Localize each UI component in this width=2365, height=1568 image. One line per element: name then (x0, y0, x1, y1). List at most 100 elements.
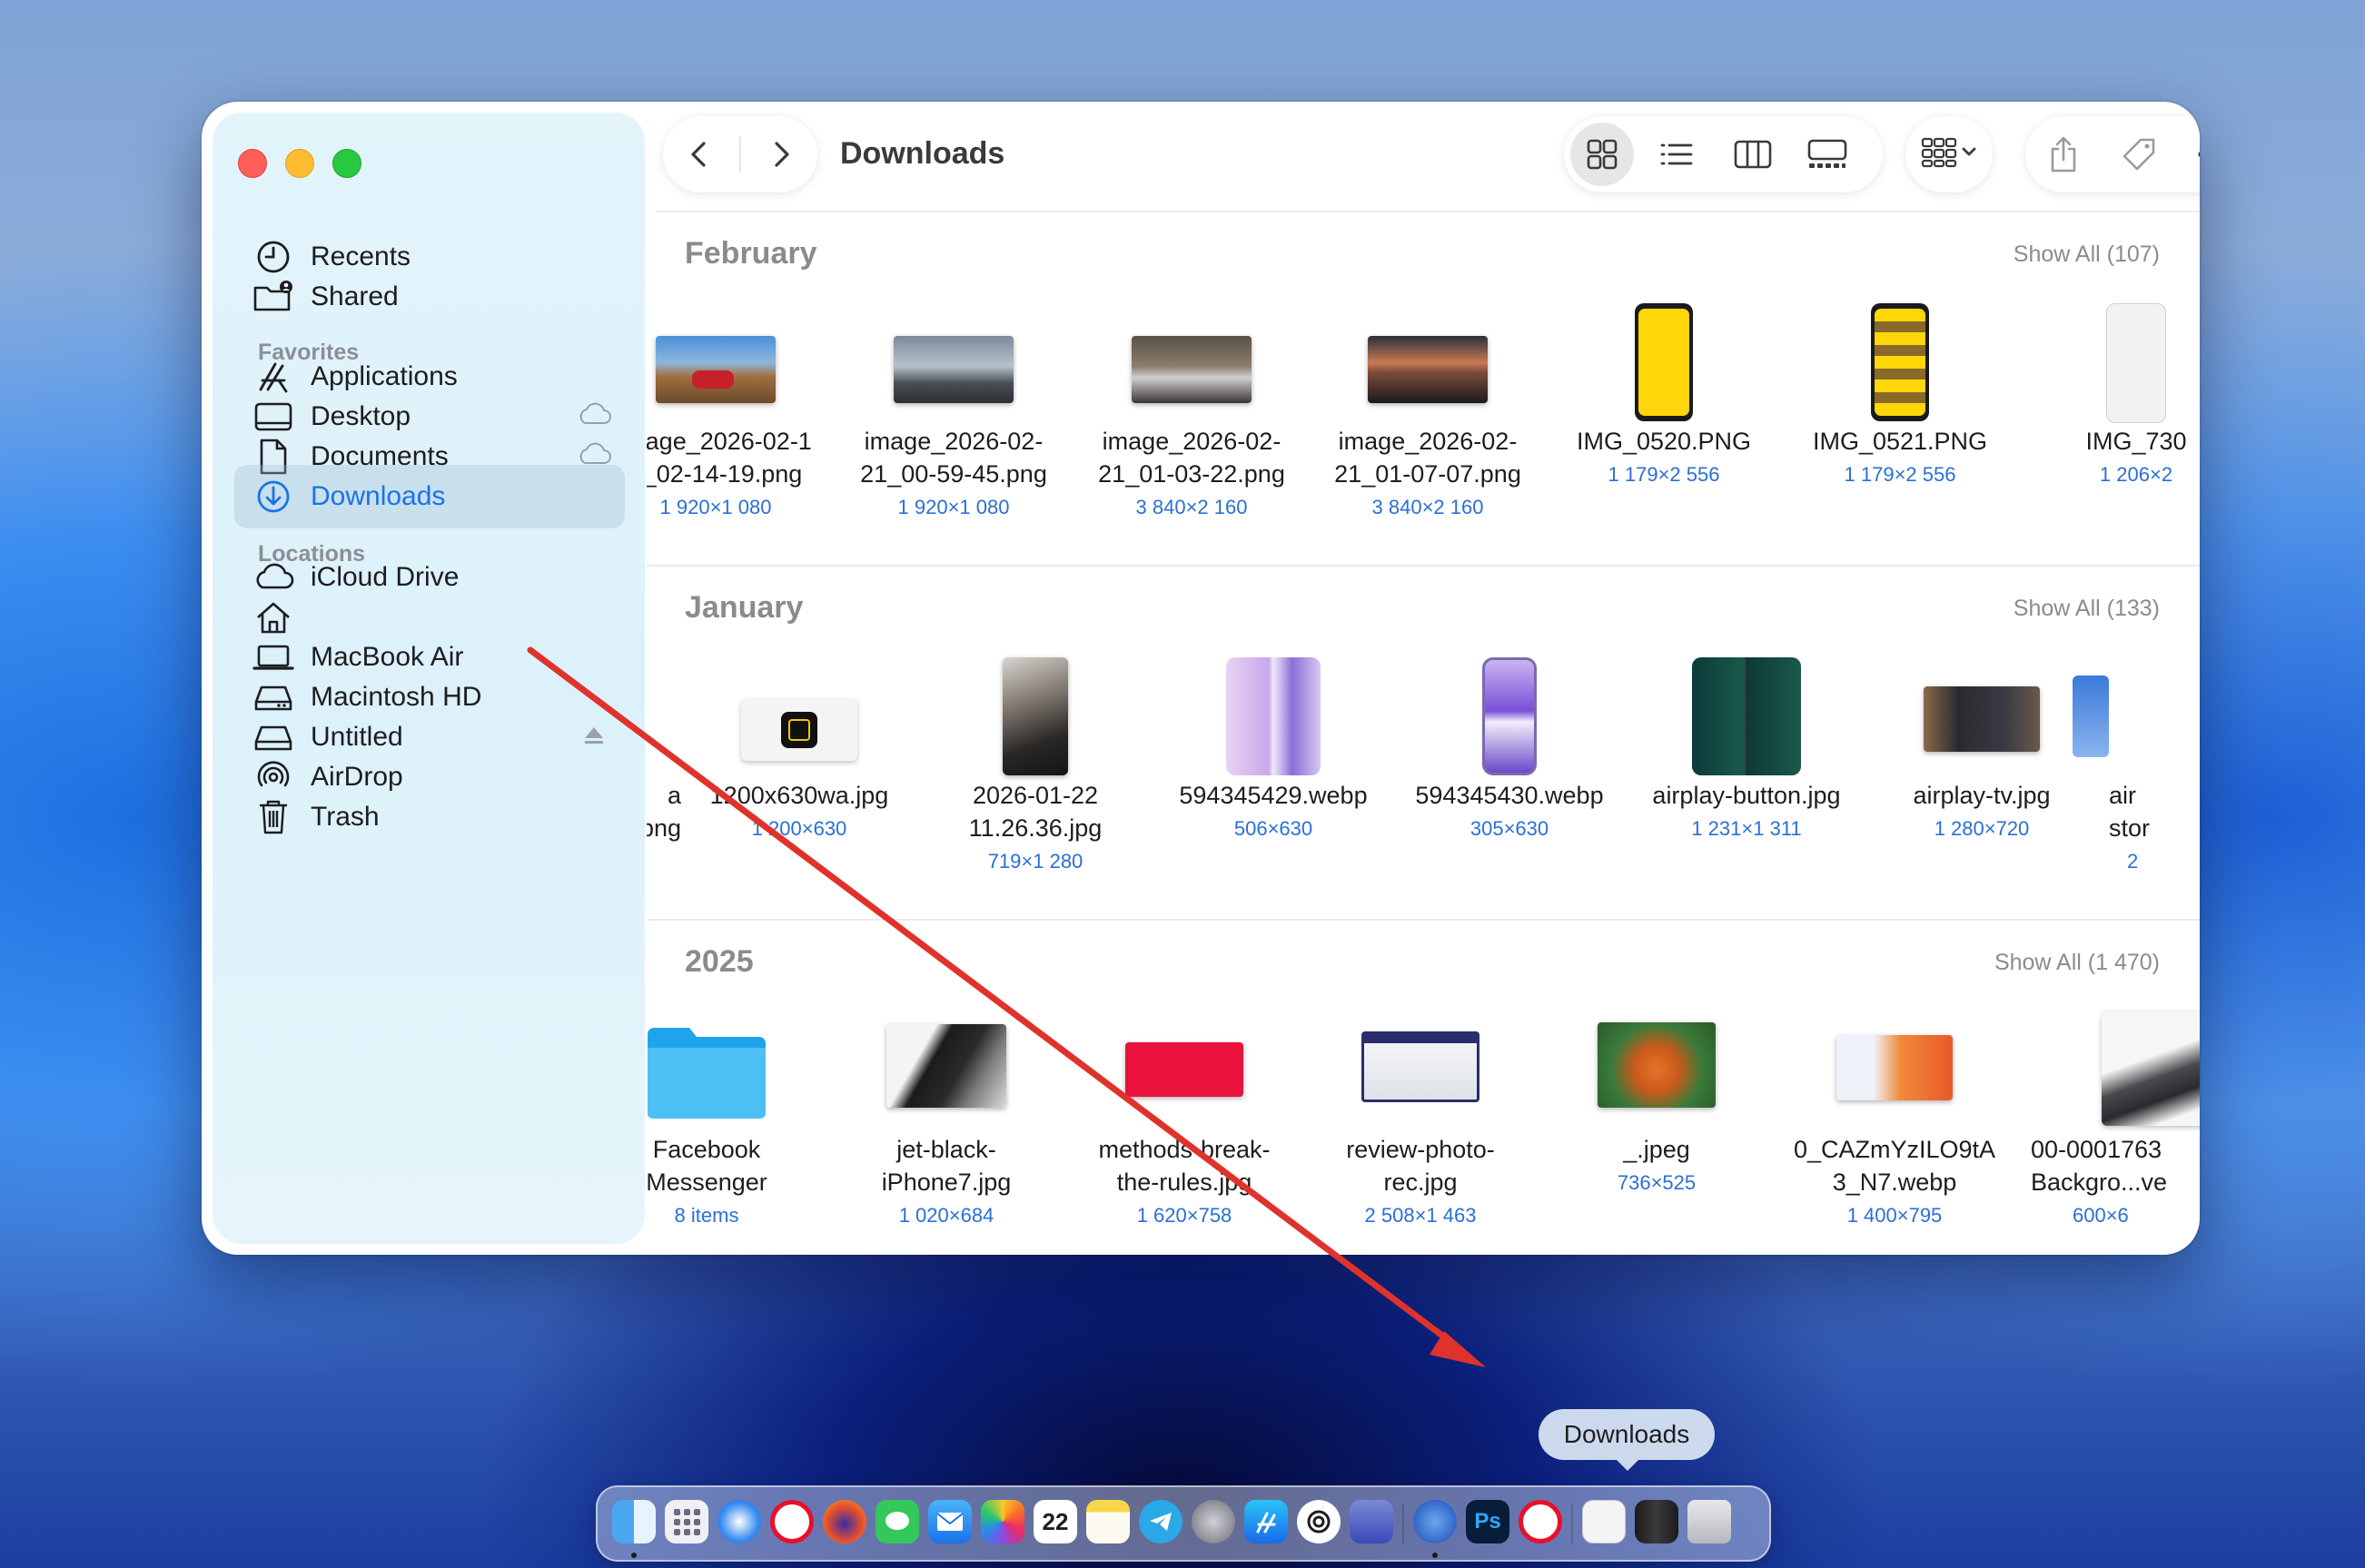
sidebar-item-label: Shared (311, 281, 399, 311)
file-name: air stor (2109, 782, 2151, 842)
photoshop-icon[interactable]: Ps (1466, 1500, 1509, 1543)
file-item[interactable]: airplay-button.jpg 1 231×1 311 (1628, 657, 1865, 902)
calendar-day: 22 (1042, 1507, 1069, 1535)
firefox-icon[interactable] (823, 1500, 866, 1543)
sidebar-item-trash[interactable]: Trash (234, 785, 625, 849)
file-item[interactable]: image_2026-02- 21_01-07-07.png 3 840×2 1… (1310, 303, 1546, 548)
zoom-window-button[interactable] (332, 149, 361, 178)
back-button[interactable] (668, 123, 731, 186)
sidebar-item-label: Trash (311, 802, 380, 832)
file-item[interactable]: jet-black- iPhone7.jpg 1 020×684 (828, 1011, 1064, 1255)
file-item[interactable]: 1200x630wa.jpg 1 200×630 (681, 657, 917, 902)
tag-button[interactable] (2107, 123, 2171, 186)
file-name: image_2026-02- 21_00-59-45.png (860, 428, 1047, 488)
file-item[interactable]: IMG_0520.PNG 1 179×2 556 (1546, 303, 1782, 548)
file-item[interactable]: IMG_730 1 206×2 (2018, 303, 2200, 548)
mail-icon[interactable] (928, 1500, 972, 1543)
file-item[interactable]: image_2026-02- 21_00-59-45.png 1 920×1 0… (836, 303, 1072, 548)
trash-icon (252, 796, 294, 838)
trash-dock-icon[interactable] (1687, 1500, 1731, 1543)
file-item[interactable]: air stor 2 (2073, 657, 2200, 902)
opera-gx-icon[interactable] (1519, 1500, 1562, 1543)
file-item[interactable]: Facebook Messenger 8 items (647, 1011, 825, 1255)
file-item[interactable]: 594345430.webp 305×630 (1391, 657, 1628, 902)
preview-icon[interactable] (1350, 1500, 1393, 1543)
thumbnail (1368, 336, 1488, 403)
settings-icon[interactable] (1192, 1500, 1235, 1543)
thumbnail (1125, 1042, 1243, 1097)
list-view-button[interactable] (1645, 123, 1708, 186)
close-window-button[interactable] (238, 149, 267, 178)
messages-icon[interactable] (876, 1500, 919, 1543)
group-by-button[interactable] (1905, 116, 1993, 192)
running-indicator (1432, 1553, 1438, 1558)
group-2025: 2025 Show All (1 470) Facebook Messenger… (647, 921, 2200, 1255)
file-name: _.jpeg (1623, 1136, 1690, 1163)
file-name: 594345430.webp (1415, 782, 1604, 809)
safari-icon[interactable] (717, 1500, 761, 1543)
forward-button[interactable] (749, 123, 813, 186)
group-grid-icon (1920, 135, 1978, 174)
file-item[interactable]: 2026-01-22 11.26.36.jpg 719×1 280 (917, 657, 1153, 902)
file-name: IMG_0521.PNG (1812, 428, 1988, 455)
file-item[interactable]: review-photo- rec.jpg 2 508×1 463 (1302, 1011, 1539, 1255)
file-meta: 1 206×2 (2099, 463, 2173, 486)
file-meta: 1 231×1 311 (1691, 817, 1802, 840)
file-name: IMG_730 (2085, 428, 2187, 455)
show-all-link[interactable]: Show All (107) (2014, 242, 2160, 268)
column-view-button[interactable] (1721, 123, 1785, 186)
file-name: IMG_0520.PNG (1576, 428, 1752, 455)
share-button[interactable] (2032, 123, 2095, 186)
group-january: January Show All (133) a png 1200x630wa.… (647, 567, 2200, 921)
show-all-link[interactable]: Show All (133) (2014, 596, 2160, 622)
photos-icon[interactable] (981, 1500, 1024, 1543)
file-meta: 305×630 (1469, 817, 1549, 840)
screens-stack-icon[interactable] (1635, 1500, 1678, 1543)
file-name: methods-break- the-rules.jpg (1098, 1136, 1271, 1196)
file-item[interactable]: methods-break- the-rules.jpg 1 620×758 (1066, 1011, 1302, 1255)
chatgpt-icon[interactable] (1297, 1500, 1341, 1543)
file-browser: February Show All (107) image_2026-02-1 … (647, 212, 2200, 1255)
app-store-icon[interactable] (1244, 1500, 1288, 1543)
thumbnail (1692, 657, 1801, 775)
file-item[interactable]: IMG_0521.PNG 1 179×2 556 (1782, 303, 2018, 548)
thumbnail (1598, 1022, 1716, 1108)
more-actions-button[interactable] (2182, 123, 2200, 186)
file-name: 594345429.webp (1179, 782, 1368, 809)
sidebar-item-downloads[interactable]: Downloads (234, 465, 625, 528)
file-item[interactable]: image_2026-02-1 3_02-14-19.png 1 920×1 0… (647, 303, 834, 548)
launchpad-icon[interactable] (665, 1500, 708, 1543)
file-item[interactable]: 594345429.webp 506×630 (1155, 657, 1391, 902)
running-indicator (631, 1553, 637, 1558)
file-item[interactable]: airplay-tv.jpg 1 280×720 (1864, 657, 2100, 902)
thumbnail (2102, 1011, 2200, 1126)
sidebar-item-shared[interactable]: Shared (234, 265, 625, 329)
thumbnail (1132, 336, 1252, 403)
file-item[interactable]: 00-0001763 Backgro...ve 600×6 (2014, 1011, 2200, 1255)
show-all-link[interactable]: Show All (1 470) (1994, 950, 2160, 976)
file-item[interactable]: _.jpeg 736×525 (1539, 1011, 1775, 1255)
telegram-icon[interactable] (1139, 1500, 1182, 1543)
file-meta: 1 280×720 (1934, 817, 2030, 840)
opera-icon[interactable] (770, 1500, 814, 1543)
downloads-stack-icon[interactable] (1582, 1500, 1626, 1543)
actions-group (2025, 116, 2200, 192)
file-name: 0_CAZmYzILO9tA 3_N7.webp (1793, 1136, 1996, 1196)
notes-icon[interactable] (1086, 1500, 1130, 1543)
dock: 22 Ps (596, 1485, 1771, 1562)
file-meta: 1 200×630 (751, 817, 847, 840)
file-name: image_2026-02- 21_01-07-07.png (1334, 428, 1521, 488)
thumbnail (1482, 657, 1537, 775)
finder-icon[interactable] (612, 1500, 656, 1543)
icon-view-button[interactable] (1570, 123, 1634, 186)
calendar-icon[interactable]: 22 (1034, 1500, 1077, 1543)
minimize-window-button[interactable] (285, 149, 314, 178)
migration-icon[interactable] (1413, 1500, 1457, 1543)
file-meta: 719×1 280 (987, 850, 1084, 873)
file-name: image_2026-02- 21_01-03-22.png (1098, 428, 1285, 488)
file-item[interactable]: image_2026-02- 21_01-03-22.png 3 840×2 1… (1074, 303, 1310, 548)
gallery-view-button[interactable] (1796, 123, 1859, 186)
file-name: 2026-01-22 11.26.36.jpg (968, 782, 1103, 842)
file-item[interactable]: 0_CAZmYzILO9tA 3_N7.webp 1 400×795 (1776, 1011, 2013, 1255)
file-name: jet-black- iPhone7.jpg (881, 1136, 1012, 1196)
